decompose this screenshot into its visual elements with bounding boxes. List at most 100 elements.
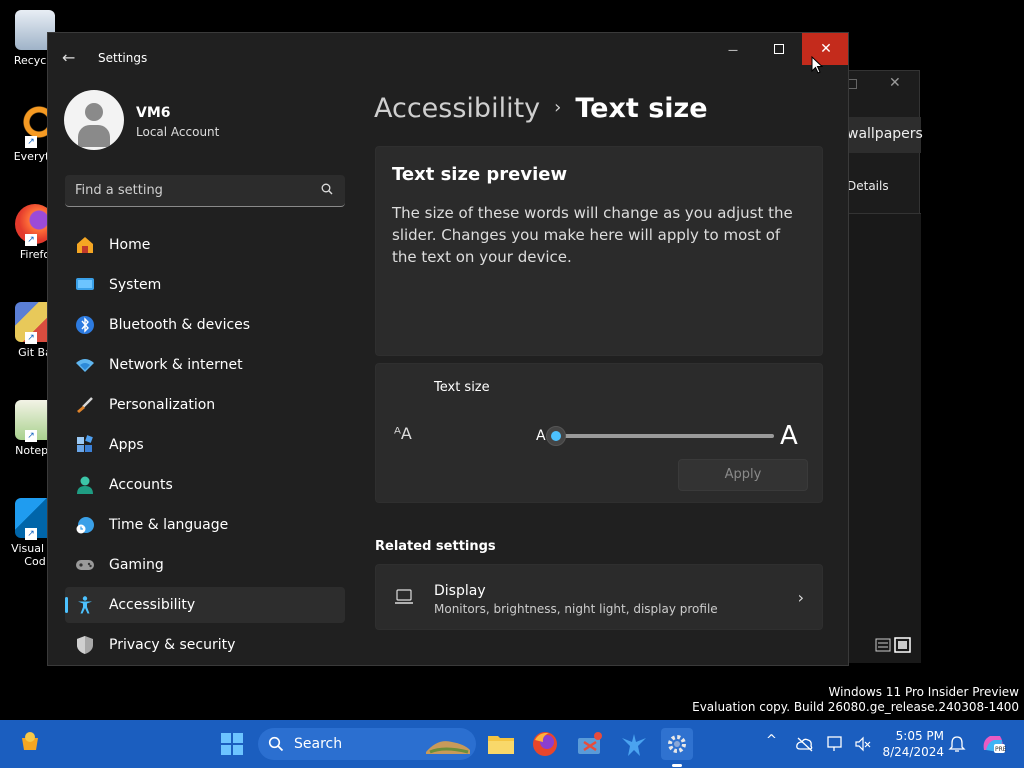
watermark-line: Evaluation copy. Build 26080.ge_release.…	[692, 700, 1019, 714]
paintbrush-icon	[77, 397, 93, 413]
apply-button[interactable]: Apply	[678, 459, 808, 491]
user-name: VM6	[136, 105, 171, 121]
shortcut-arrow-icon: ↗	[25, 136, 37, 148]
svg-text:PRE: PRE	[995, 746, 1006, 753]
file-explorer-icon[interactable]	[485, 728, 517, 760]
display-title: Display	[434, 583, 486, 599]
preview-text: The size of these words will change as y…	[392, 204, 793, 266]
clock-time: 5:05 PM	[895, 729, 944, 743]
accessibility-icon	[78, 596, 92, 614]
sidebar-item-label: Bluetooth & devices	[109, 317, 251, 333]
large-a-label: A	[780, 421, 798, 451]
shield-icon	[77, 636, 93, 654]
settings-gear-icon[interactable]	[661, 728, 693, 760]
shortcut-arrow-icon: ↗	[25, 234, 37, 246]
slider-thumb[interactable]	[546, 426, 566, 446]
avatar-head	[85, 103, 103, 121]
taskbar-search-label: Search	[294, 736, 343, 752]
search-icon[interactable]	[321, 183, 333, 195]
sidebar-item-accessibility[interactable]: Accessibility	[65, 587, 345, 623]
search-highlight-image	[426, 741, 470, 754]
user-profile[interactable]: VM6 Local Account	[64, 90, 219, 150]
view-toggle[interactable]	[875, 637, 911, 656]
text-size-icon: ᴬA	[394, 424, 412, 443]
laptop-icon	[395, 589, 413, 604]
app-title: Settings	[98, 51, 148, 65]
display-settings-link[interactable]: Display Monitors, brightness, night ligh…	[375, 564, 823, 630]
gamepad-icon	[76, 560, 94, 570]
sidebar-item-label: Privacy & security	[109, 637, 236, 653]
maximize-button[interactable]	[756, 33, 802, 65]
shortcut-arrow-icon: ↗	[25, 528, 37, 540]
sidebar-nav: Home System Bluetooth & devices Network …	[65, 227, 345, 665]
bird-app-icon[interactable]	[618, 728, 650, 760]
home-icon	[77, 237, 93, 253]
small-a-label: A	[536, 428, 546, 444]
sidebar-item-personalization[interactable]: Personalization	[65, 387, 345, 423]
search-box[interactable]	[65, 175, 345, 207]
search-input[interactable]	[75, 183, 305, 198]
taskbar-search[interactable]: Search	[258, 728, 476, 760]
text-size-slider[interactable]	[546, 426, 774, 446]
mouse-cursor-icon	[811, 56, 823, 74]
minimize-button[interactable]: —	[710, 33, 756, 65]
chevron-right-icon: ›	[797, 588, 804, 607]
tray-overflow-chevron-icon[interactable]: ^	[766, 733, 777, 748]
accounts-icon	[77, 476, 93, 494]
sidebar-item-label: Network & internet	[109, 357, 243, 373]
apps-icon	[77, 435, 93, 452]
back-arrow-icon[interactable]: ←	[62, 48, 75, 67]
active-app-indicator	[672, 764, 682, 767]
system-icon	[76, 278, 94, 290]
view-mode-icons[interactable]	[875, 637, 911, 653]
bluetooth-icon	[76, 316, 94, 334]
breadcrumb-parent[interactable]: Accessibility	[374, 93, 540, 124]
settings-window: ← Settings — ✕ VM6 Local Account Home Sy…	[47, 32, 849, 666]
search-icon	[268, 736, 284, 752]
taskbar: Search ^ 5:05 PM 8/24/2024 PRE	[0, 720, 1024, 768]
text-size-card: ᴬA Text size A A Apply	[375, 363, 823, 503]
sidebar-item-label: Personalization	[109, 397, 216, 413]
widgets-icon[interactable]	[14, 728, 46, 760]
close-button[interactable]: ✕	[802, 33, 848, 65]
taskbar-clock[interactable]: 5:05 PM 8/24/2024	[880, 728, 944, 760]
copilot-icon[interactable]: PRE	[980, 732, 1006, 756]
sidebar-item-label: Accounts	[109, 477, 173, 493]
sidebar-item-network-internet[interactable]: Network & internet	[65, 347, 345, 383]
sidebar-item-label: Accessibility	[109, 597, 196, 613]
cloud-offline-icon[interactable]	[796, 736, 814, 752]
shortcut-arrow-icon: ↗	[25, 332, 37, 344]
minimize-icon: —	[728, 45, 738, 56]
watermark-line: Windows 11 Pro Insider Preview	[828, 685, 1019, 699]
sidebar-item-bluetooth-devices[interactable]: Bluetooth & devices	[65, 307, 345, 343]
firefox-icon[interactable]	[529, 728, 561, 760]
avatar-body	[78, 125, 110, 147]
clock-globe-icon	[76, 517, 94, 534]
related-settings-heading: Related settings	[375, 539, 496, 554]
sidebar-item-label: System	[109, 277, 162, 293]
snipping-tool-icon[interactable]	[574, 728, 606, 760]
titlebar[interactable]: ← Settings — ✕	[48, 33, 848, 81]
wifi-icon	[76, 359, 94, 372]
sidebar-item-home[interactable]: Home	[65, 227, 345, 263]
text-size-label: Text size	[434, 380, 490, 395]
start-button-icon[interactable]	[216, 728, 248, 760]
sidebar-item-time-language[interactable]: Time & language	[65, 507, 345, 543]
evaluation-watermark: Windows 11 Pro Insider Preview Evaluatio…	[692, 685, 1019, 715]
notification-bell-icon[interactable]	[948, 735, 966, 753]
sidebar-item-system[interactable]: System	[65, 267, 345, 303]
sidebar-item-apps[interactable]: Apps	[65, 427, 345, 463]
sidebar-item-accounts[interactable]: Accounts	[65, 467, 345, 503]
sidebar-item-label: Time & language	[109, 517, 229, 533]
sidebar-item-privacy-security[interactable]: Privacy & security	[65, 627, 345, 663]
close-icon[interactable]: ✕	[889, 75, 901, 91]
text-size-preview-card: Text size preview The size of these word…	[375, 146, 823, 356]
volume-muted-icon[interactable]	[854, 735, 872, 753]
details-button[interactable]: Details	[847, 179, 889, 193]
sidebar-item-label: Home	[109, 237, 151, 253]
sidebar-item-gaming[interactable]: Gaming	[65, 547, 345, 583]
network-icon[interactable]	[826, 735, 844, 753]
account-type: Local Account	[136, 125, 220, 139]
maximize-icon	[774, 44, 784, 54]
breadcrumb: Accessibility › Text size	[374, 93, 708, 124]
